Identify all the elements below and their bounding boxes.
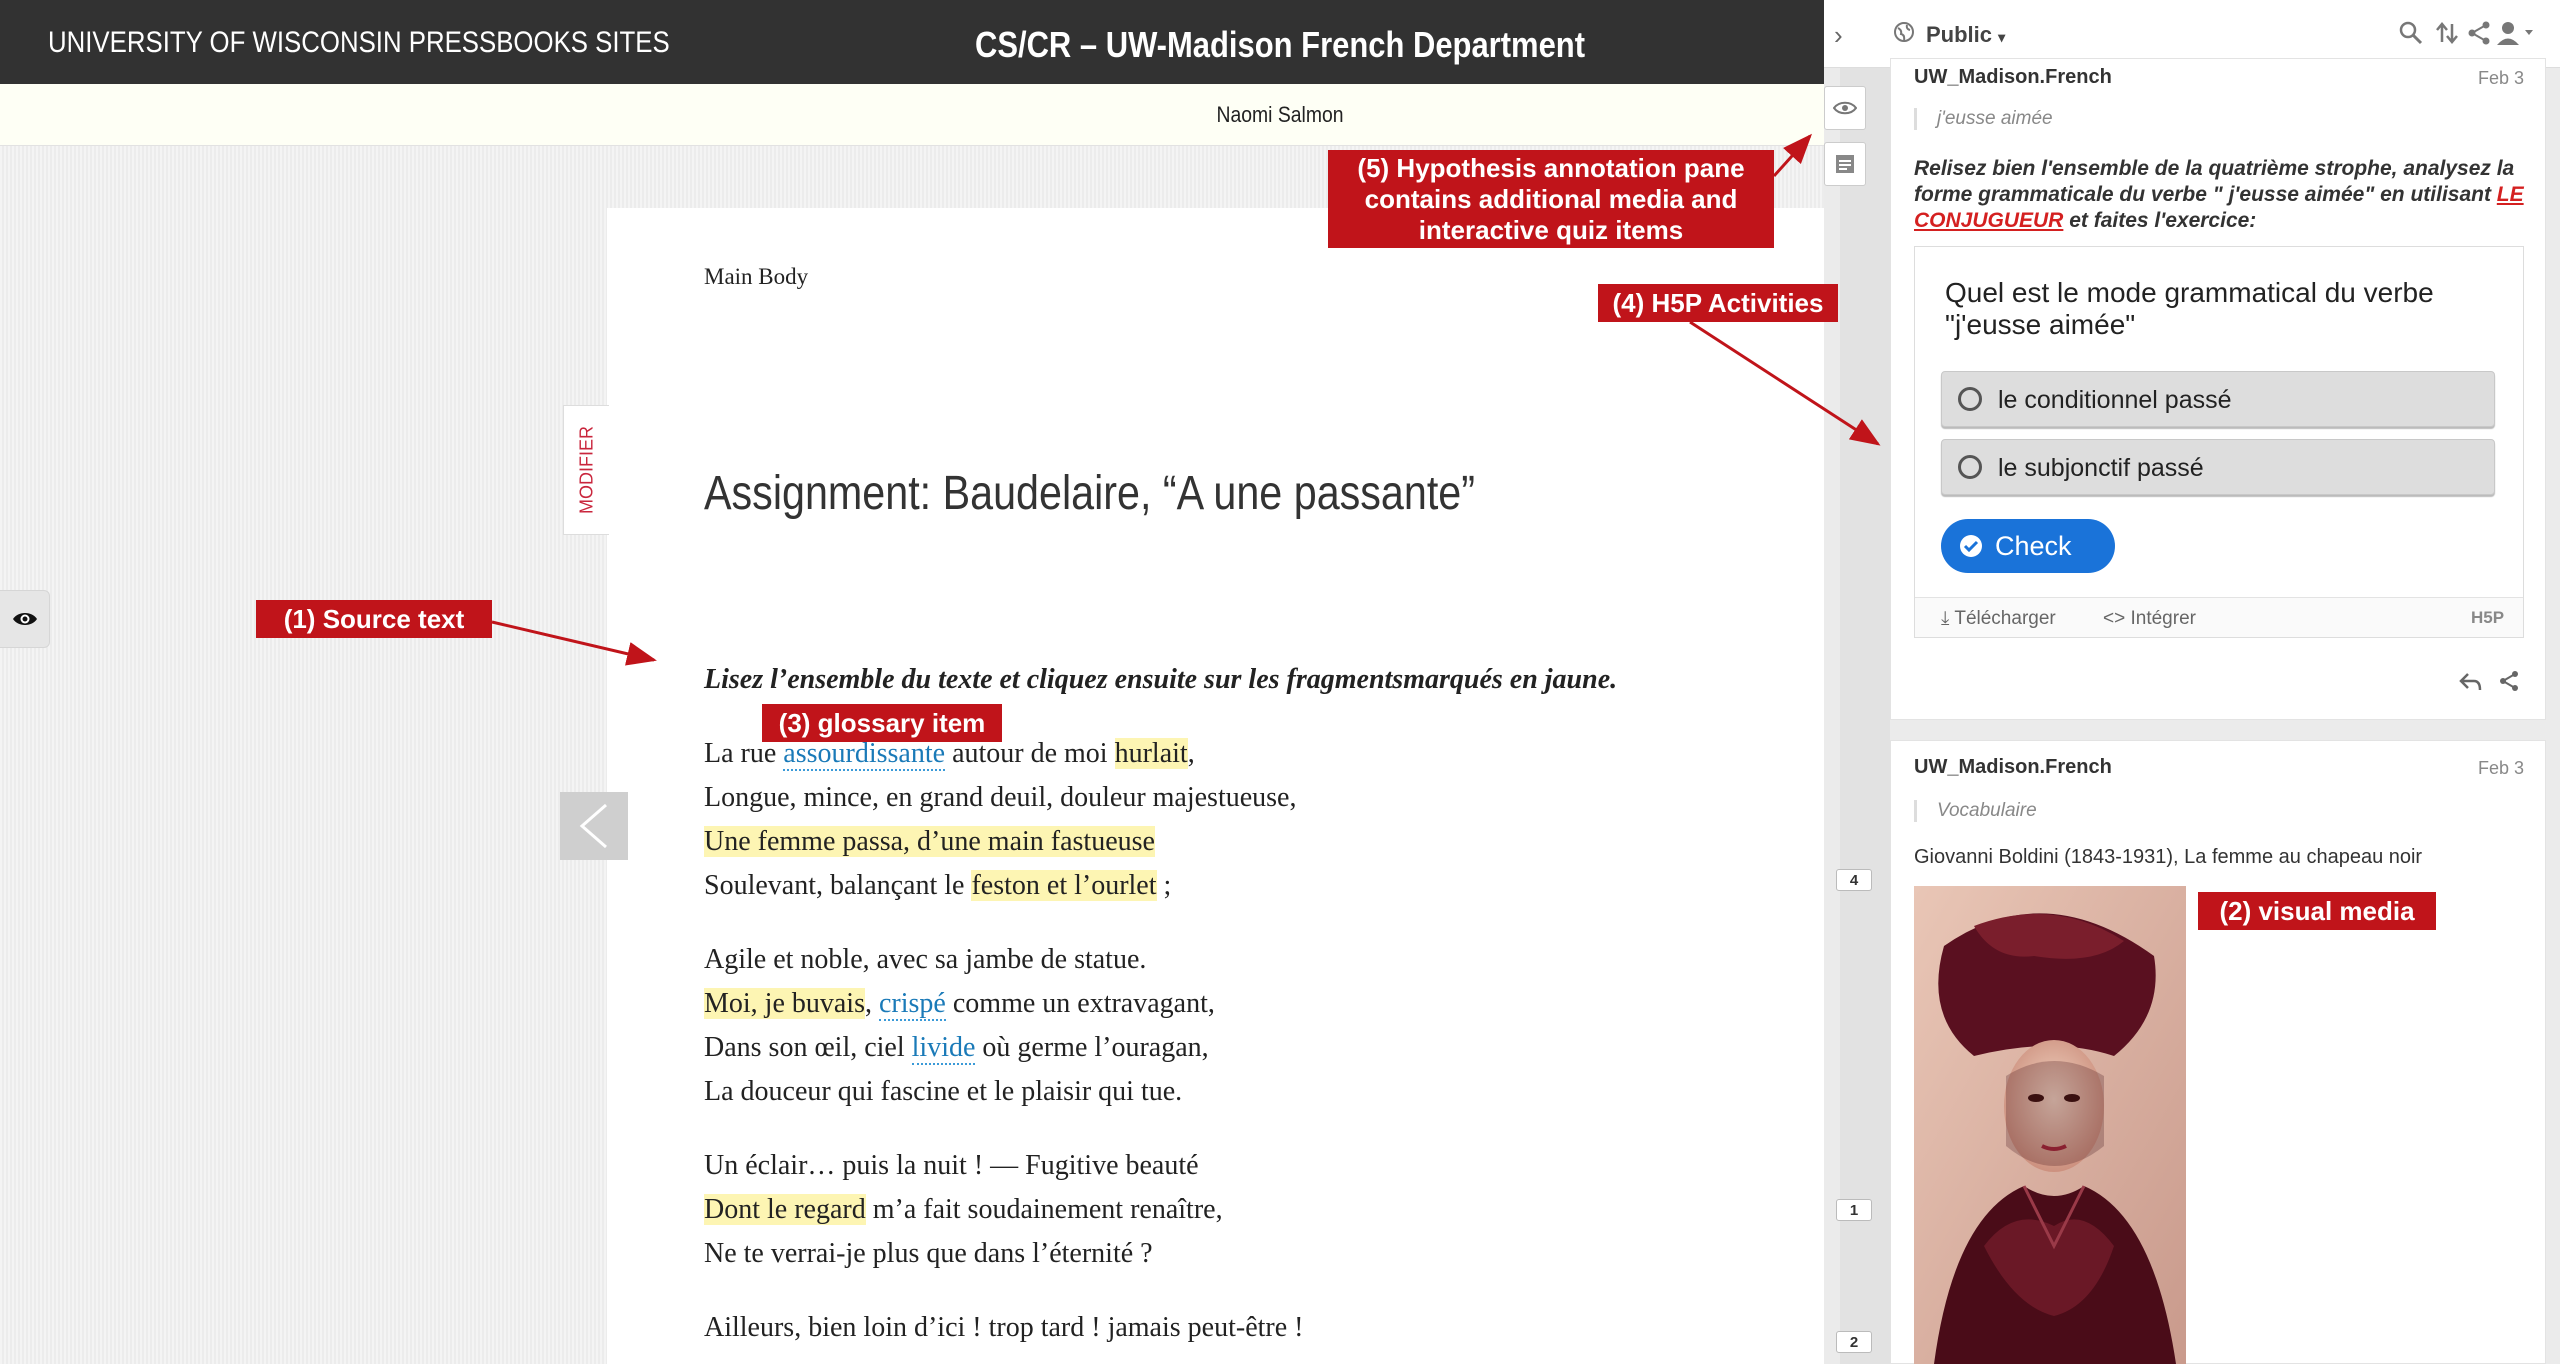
poem-line: La rue assourdissante autour de moi hurl… [704,738,1195,771]
h5p-question: Quel est le mode grammatical du verbe "j… [1945,277,2434,340]
annotation-count-badge[interactable]: 2 [1836,1331,1872,1353]
annotation-gutter [1840,60,1890,1364]
highlighted-fragment[interactable]: feston et l’ourlet [971,870,1157,901]
check-button[interactable]: Check [1941,519,2115,573]
glossary-item[interactable]: livide [911,1032,976,1065]
callout-hypothesis-pane: (5) Hypothesis annotation pane contains … [1328,150,1774,248]
reply-icon[interactable] [2458,670,2484,692]
show-annotations-button[interactable] [1824,86,1866,130]
share-icon[interactable] [2498,670,2520,692]
boldini-painting [1914,886,2186,1364]
poem-line: Dont le regard m’a fait soudainement ren… [704,1194,1223,1225]
callout-visual-media: (2) visual media [2198,892,2436,930]
h5p-option[interactable]: le conditionnel passé [1941,371,2495,427]
poem-line: Agile et noble, avec sa jambe de statue. [704,944,1147,975]
eye-icon [1833,101,1857,115]
share-icon[interactable] [2466,20,2492,46]
callout-source-text: (1) Source text [256,600,492,638]
top-bar: UNIVERSITY OF WISCONSIN PRESSBOOKS SITES… [0,0,1824,84]
poem-line: Ne te verrai-je plus que dans l’éternité… [704,1238,1153,1269]
h5p-option[interactable]: le subjonctif passé [1941,439,2495,495]
glossary-item[interactable]: assourdissante [783,738,946,771]
user-icon[interactable] [2496,20,2536,46]
collapse-sidebar-button[interactable]: › [1834,20,1843,51]
highlighted-fragment[interactable]: Dont le regard [704,1194,866,1225]
code-icon: <> [2103,608,2126,629]
page-notes-button[interactable] [1824,142,1866,186]
download-icon: ⤓ [1941,608,1950,629]
annotation-count-badge[interactable]: 1 [1836,1199,1872,1221]
glossary-item[interactable]: crispé [879,988,946,1021]
annotation-user[interactable]: UW_Madison.French [1914,66,2112,89]
h5p-activity: Quel est le mode grammatical du verbe "j… [1914,246,2524,638]
toggle-highlights-button[interactable] [0,590,50,648]
eye-icon [12,613,37,625]
poem-line: Longue, mince, en grand deuil, douleur m… [704,782,1297,813]
h5p-footer: ⤓ Télécharger <> Intégrer H5P [1915,597,2523,637]
annotation-body: Relisez bien l'ensemble de la quatrième … [1914,157,2524,232]
annotation-quote: Vocabulaire [1914,800,2037,822]
highlighted-fragment[interactable]: Une femme passa, d’une main fastueuse [704,826,1155,857]
annotation-quote: j'eusse aimée [1914,108,2053,130]
check-circle-icon [1960,535,1982,557]
image-caption: Giovanni Boldini (1843-1931), La femme a… [1914,846,2423,868]
radio-icon [1958,455,1982,479]
sort-icon[interactable] [2434,20,2460,46]
embed-button[interactable]: <> Intégrer [2103,608,2196,630]
highlighted-fragment[interactable]: Moi, je buvais [704,988,865,1019]
annotation-count-badge[interactable]: 4 [1836,869,1872,891]
notes-icon [1836,155,1854,173]
callout-glossary-item: (3) glossary item [762,704,1002,742]
highlighted-fragment[interactable]: hurlait [1114,738,1188,769]
chapter-title: Assignment: Baudelaire, “A une passante” [704,467,1476,520]
instructions: Lisez l’ensemble du texte et cliquez ens… [704,664,1618,695]
annotation-date[interactable]: Feb 3 [2478,758,2524,779]
download-button[interactable]: ⤓ Télécharger [1941,608,2056,630]
poem-line: Soulevant, balançant le feston et l’ourl… [704,870,1172,901]
poem-line: Un éclair… puis la nuit ! — Fugitive bea… [704,1150,1199,1181]
chevron-left-icon [579,803,607,849]
h5p-logo: H5P [2471,608,2505,627]
poem-line: Ailleurs, bien loin d’ici ! trop tard ! … [704,1312,1304,1343]
globe-icon [1894,22,1914,42]
modifier-tab[interactable]: MODIFIER [563,405,609,535]
annotation-date[interactable]: Feb 3 [2478,68,2524,89]
poem-line: Moi, je buvais, crispé comme un extravag… [704,988,1215,1021]
poem-line: La douceur qui fascine et le plaisir qui… [704,1076,1183,1107]
author-bar: Naomi Salmon [0,84,1824,146]
group-selector[interactable]: Public ▾ [1926,22,2005,48]
poem-line: Une femme passa, d’une main fastueuse [704,826,1155,866]
radio-icon [1958,387,1982,411]
annotation-user[interactable]: UW_Madison.French [1914,756,2112,779]
poem-line: Dans son œil, ciel livide où germe l’our… [704,1032,1209,1065]
section-label: Main Body [704,264,809,289]
search-icon[interactable] [2398,20,2424,46]
callout-h5p-activities: (4) H5P Activities [1598,284,1838,322]
previous-page-button[interactable] [560,792,628,860]
modifier-label: MODIFIER [576,426,596,514]
